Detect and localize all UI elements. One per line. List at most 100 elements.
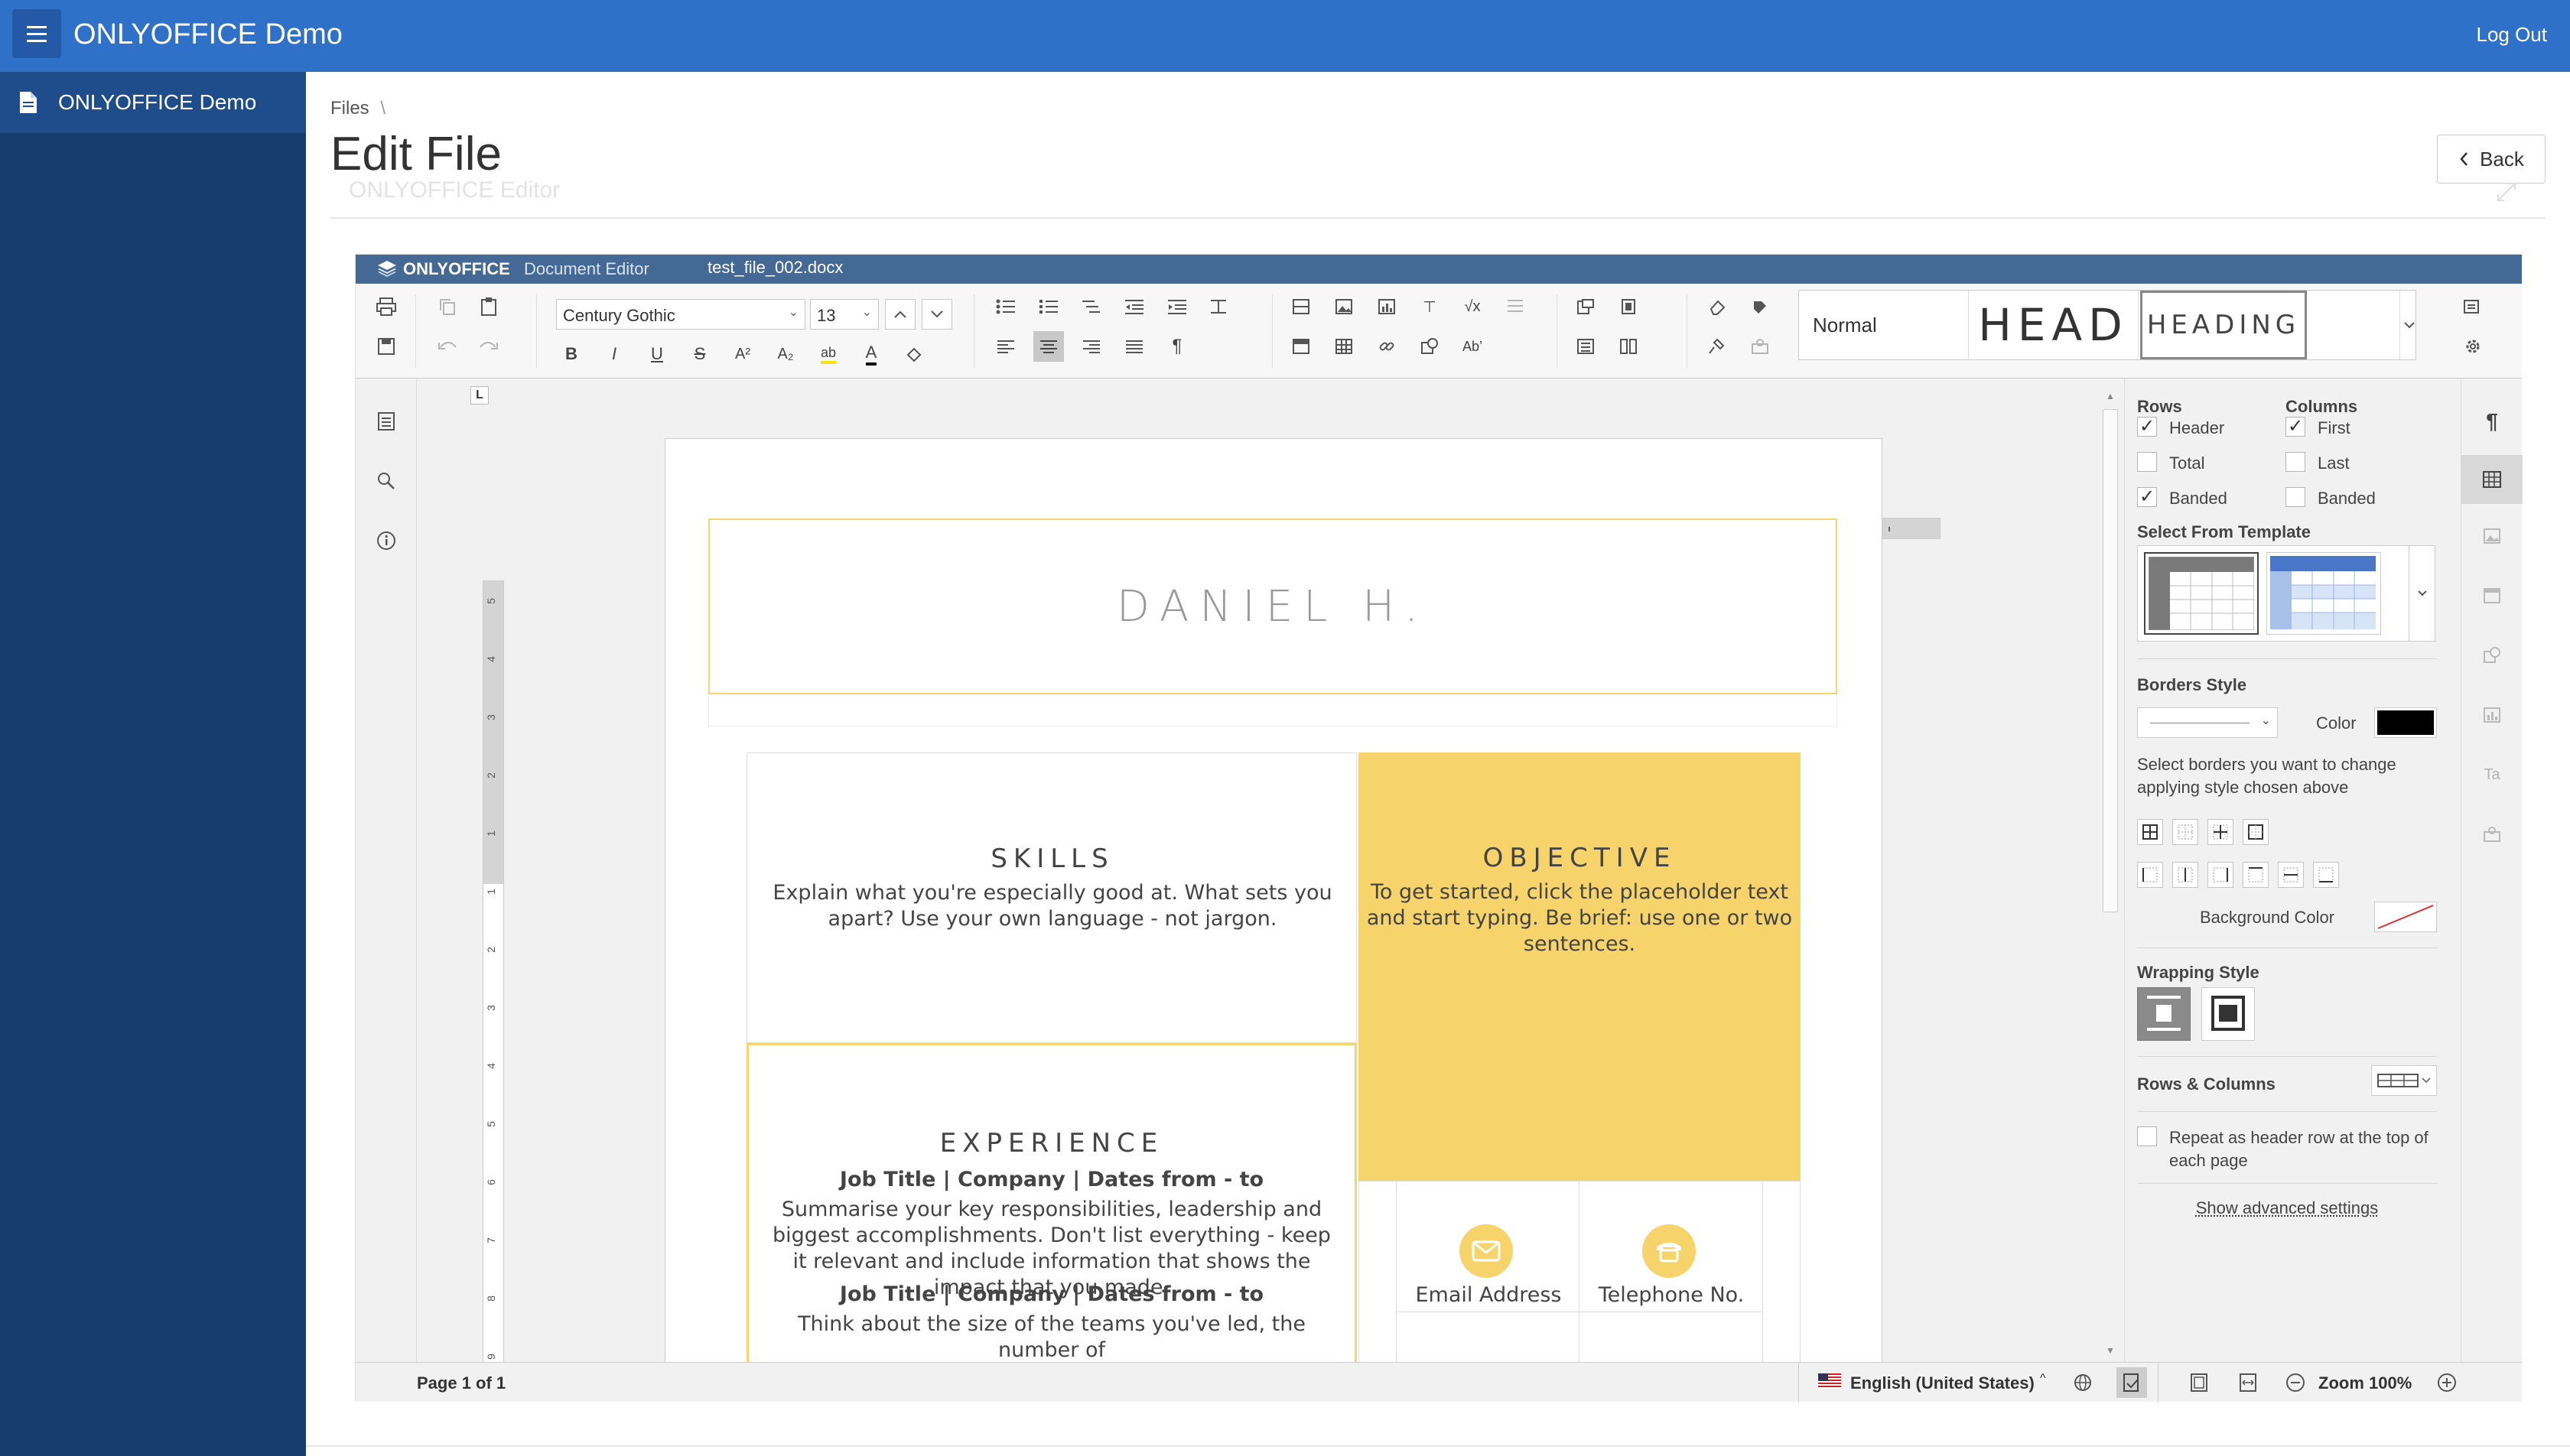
name-header-box[interactable]: DANIEL H. xyxy=(708,518,1837,694)
resume-table[interactable]: SKILLS Explain what you're especially go… xyxy=(747,752,1802,1362)
zoom-in-icon[interactable] xyxy=(2432,1367,2462,1398)
zoom-out-icon[interactable] xyxy=(2280,1367,2311,1398)
wrap-flow-button[interactable] xyxy=(2201,987,2255,1041)
experience-title[interactable]: EXPERIENCE xyxy=(749,1128,1355,1159)
font-color-button[interactable]: A xyxy=(856,339,886,369)
vertical-scrollbar[interactable]: ▲ ▼ xyxy=(2101,391,2119,1363)
undo-icon[interactable] xyxy=(432,331,463,362)
gear-icon[interactable] xyxy=(2458,331,2488,362)
clear-style-icon[interactable] xyxy=(1702,291,1732,322)
fit-width-icon[interactable] xyxy=(2233,1367,2263,1398)
mail-merge-settings-icon[interactable] xyxy=(2477,819,2507,850)
increase-indent-icon[interactable] xyxy=(1162,291,1192,322)
text-art-settings-icon[interactable]: Ta xyxy=(2477,759,2507,790)
background-color-picker[interactable] xyxy=(2374,902,2437,932)
font-size-increase-button[interactable] xyxy=(885,299,916,330)
telephone-label[interactable]: Telephone No. xyxy=(1579,1282,1763,1312)
rows-columns-menu-button[interactable] xyxy=(2371,1065,2437,1096)
vertical-ruler[interactable]: 5432112345678910 xyxy=(483,580,504,1362)
fit-page-icon[interactable] xyxy=(2184,1367,2214,1398)
text-art-icon[interactable]: Ab’ xyxy=(1457,331,1488,362)
font-size-select[interactable]: 13 ⌄ xyxy=(810,299,879,330)
skills-body[interactable]: Explain what you're especially good at. … xyxy=(763,880,1342,932)
superscript-button[interactable]: A² xyxy=(727,339,758,369)
border-top-button[interactable] xyxy=(2243,862,2269,888)
objective-title[interactable]: OBJECTIVE xyxy=(1358,843,1801,873)
expand-icon[interactable] xyxy=(2495,180,2518,203)
search-icon[interactable] xyxy=(371,466,402,496)
language-selector[interactable]: English (United States) xyxy=(1850,1373,2035,1393)
border-left-button[interactable] xyxy=(2137,862,2163,888)
columns-last-checkbox[interactable] xyxy=(2285,452,2305,472)
page-info[interactable]: Page 1 of 1 xyxy=(417,1373,506,1393)
table-template-gray[interactable] xyxy=(2144,552,2259,635)
info-icon[interactable] xyxy=(371,525,402,556)
logout-link[interactable]: Log Out xyxy=(2476,23,2547,47)
decrease-indent-icon[interactable] xyxy=(1119,291,1150,322)
border-style-select[interactable]: ⌄ xyxy=(2137,707,2278,738)
paste-icon[interactable] xyxy=(473,291,504,322)
document-page[interactable]: DANIEL H. SKILLS Explain what you're esp… xyxy=(665,438,1882,1362)
back-button[interactable]: Back xyxy=(2437,135,2546,184)
insert-image-icon[interactable] xyxy=(1329,291,1359,322)
zoom-level[interactable]: Zoom 100% xyxy=(2318,1373,2412,1393)
page-break-icon[interactable] xyxy=(1286,291,1316,322)
scroll-up-arrow[interactable]: ▲ xyxy=(2103,391,2118,409)
email-label[interactable]: Email Address xyxy=(1397,1282,1580,1312)
border-right-button[interactable] xyxy=(2207,862,2233,888)
align-left-icon[interactable] xyxy=(991,331,1021,362)
border-none-button[interactable] xyxy=(2172,819,2198,845)
scrollbar-thumb[interactable] xyxy=(2103,409,2118,912)
change-color-scheme-icon[interactable] xyxy=(1745,291,1775,322)
underline-button[interactable]: U xyxy=(642,339,672,369)
scroll-down-arrow[interactable]: ▼ xyxy=(2103,1345,2118,1363)
italic-button[interactable]: I xyxy=(599,339,629,369)
table-template-blue[interactable] xyxy=(2266,552,2381,635)
border-inner-button[interactable] xyxy=(2207,819,2233,845)
paragraph-marks-icon[interactable]: ¶ xyxy=(1162,331,1192,362)
style-head[interactable]: HEAD xyxy=(1969,291,2139,359)
highlight-color-button[interactable]: ab xyxy=(813,339,844,369)
job-line-1[interactable]: Job Title | Company | Dates from - to xyxy=(749,1168,1355,1191)
app-title[interactable]: ONLYOFFICE Demo xyxy=(73,15,343,54)
globe-icon[interactable] xyxy=(2067,1367,2098,1398)
border-outer-button[interactable] xyxy=(2243,819,2269,845)
skills-title[interactable]: SKILLS xyxy=(747,843,1358,874)
paragraph-settings-icon[interactable]: ¶ xyxy=(2477,406,2507,437)
hamburger-menu-button[interactable] xyxy=(12,9,61,58)
rows-total-checkbox[interactable] xyxy=(2137,452,2157,472)
border-inner-horizontal-button[interactable] xyxy=(2278,862,2304,888)
columns-first-checkbox[interactable]: ✓ xyxy=(2285,417,2305,437)
font-name-select[interactable]: Century Gothic ⌄ xyxy=(556,299,805,330)
insert-header-icon[interactable] xyxy=(1286,331,1316,362)
columns-icon[interactable] xyxy=(1613,331,1644,362)
line-spacing-icon[interactable] xyxy=(1205,291,1235,322)
print-icon[interactable] xyxy=(371,291,402,322)
insert-chart-icon[interactable] xyxy=(1371,291,1402,322)
page-margins-icon[interactable] xyxy=(1570,331,1601,362)
experience-body-2[interactable]: Think about the size of the teams you've… xyxy=(772,1311,1332,1362)
border-bottom-button[interactable] xyxy=(2313,862,2339,888)
show-advanced-settings-link[interactable]: Show advanced settings xyxy=(2137,1198,2437,1218)
mail-merge-icon[interactable] xyxy=(1745,331,1775,362)
repeat-header-checkbox[interactable] xyxy=(2137,1126,2157,1146)
header-footer-settings-icon[interactable] xyxy=(2477,580,2507,611)
chart-settings-icon[interactable] xyxy=(2477,700,2507,730)
insert-shape-icon[interactable] xyxy=(1414,331,1445,362)
copy-icon[interactable] xyxy=(432,291,463,322)
subscript-button[interactable]: A₂ xyxy=(770,339,801,369)
page-orientation-icon[interactable] xyxy=(1570,291,1601,322)
border-color-picker[interactable] xyxy=(2374,707,2437,738)
objective-body[interactable]: To get started, click the placeholder te… xyxy=(1358,879,1801,957)
skills-cell[interactable]: SKILLS Explain what you're especially go… xyxy=(747,752,1357,1043)
table-settings-tab[interactable] xyxy=(2461,455,2523,504)
document-area[interactable]: L 112345678910111213141516171819 5432112… xyxy=(417,379,2072,1362)
border-inner-vertical-button[interactable] xyxy=(2172,862,2198,888)
page-size-icon[interactable] xyxy=(1613,291,1644,322)
strikethrough-button[interactable]: S xyxy=(685,339,715,369)
justify-icon[interactable] xyxy=(1119,331,1150,362)
style-normal[interactable]: Normal xyxy=(1799,291,1969,359)
copy-style-icon[interactable] xyxy=(1702,331,1732,362)
view-settings-icon[interactable] xyxy=(2458,291,2488,322)
objective-cell[interactable]: OBJECTIVE To get started, click the plac… xyxy=(1358,752,1801,1181)
